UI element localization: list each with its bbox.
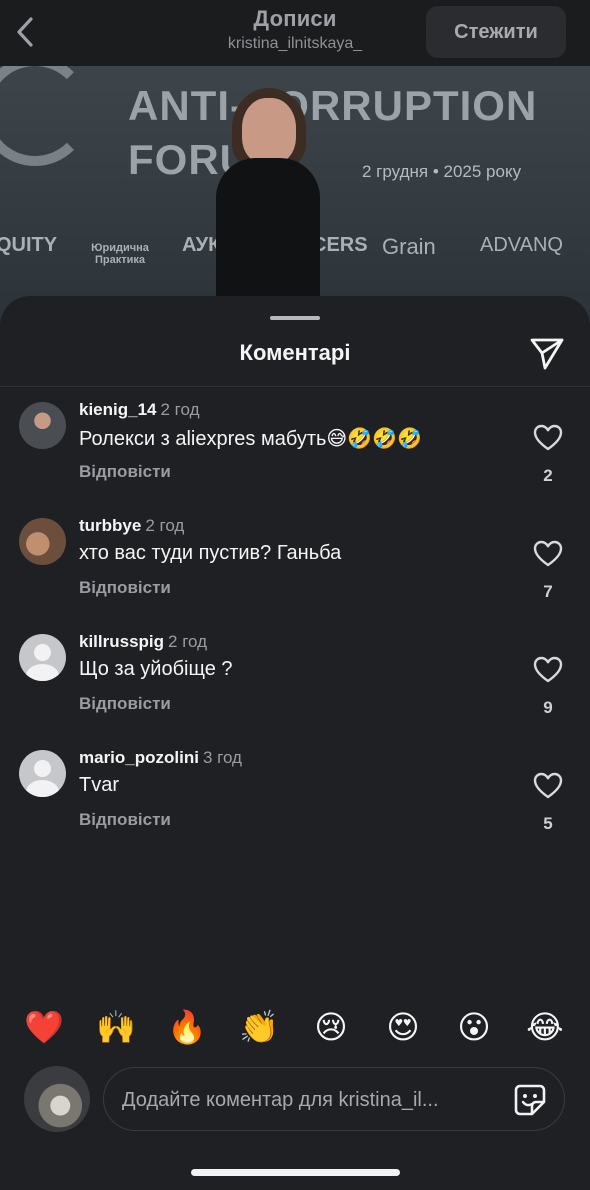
reply-button[interactable]: Відповісти [79,694,171,714]
like-count: 5 [543,814,553,833]
reply-button[interactable]: Відповісти [79,462,171,482]
sheet-divider [0,386,590,387]
comment-header: mario_pozolini 3 год [79,748,242,768]
emoji-cry-button[interactable]: 😢 [308,1004,354,1050]
heart-icon [533,656,563,683]
comment-header: kienig_14 2 год [79,400,200,420]
follow-button[interactable]: Стежити [426,6,566,58]
page-subtitle[interactable]: kristina_ilnitskaya_ [150,35,440,53]
avatar[interactable] [19,750,66,797]
page-title: Дописи [253,6,337,31]
post-person [210,86,325,326]
like-button[interactable] [533,424,563,452]
like-button[interactable] [533,540,563,568]
avatar[interactable] [19,402,66,449]
comment-time: 2 год [168,632,208,651]
current-user-avatar [24,1066,90,1132]
avatar[interactable] [19,518,66,565]
avatar[interactable] [19,634,66,681]
reply-button[interactable]: Відповісти [79,810,171,830]
comment-item: kienig_14 2 год Ролекси з aliexpres мабут… [0,398,590,514]
comment-composer [103,1067,565,1132]
reply-button[interactable]: Відповісти [79,578,171,598]
comment-time: 3 год [202,748,242,767]
comment-text: Що за уйобіще ? [79,658,233,680]
sheet-grabber[interactable] [270,316,320,320]
forum-logo [0,66,90,166]
comment-time: 2 год [160,400,200,419]
like-count: 9 [543,698,553,717]
sticker-icon [514,1084,546,1116]
comment-username[interactable]: kienig_14 [79,400,157,419]
emoji-surprised-button[interactable]: 😮 [451,1004,497,1050]
comment-header: turbbye 2 год [79,516,184,536]
heart-icon [533,772,563,799]
emoji-heart-button[interactable]: ❤️ [21,1004,67,1050]
back-button[interactable] [8,12,42,52]
sponsor-logo: Юридична Практика [91,242,149,266]
comment-item: turbbye 2 год хто вас туди пустив? Ганьба… [0,514,590,630]
emoji-heart-eyes-button[interactable]: 😍 [380,1004,426,1050]
banner-date: 2 грудня • 2025 року [362,162,522,181]
emoji-laughing-button[interactable]: 😂 [522,1004,568,1050]
comment-username[interactable]: mario_pozolini [79,748,199,767]
sponsor-logo: QUITY [0,234,58,256]
comment-item: mario_pozolini 3 год Tvar Відповісти 5 [0,746,590,862]
comment-item: killrusspig 2 год Що за уйобіще ? Відпові… [0,630,590,746]
comment-time: 2 год [145,516,185,535]
comment-text: Ролекси з aliexpres мабуть😅🤣🤣🤣 [79,428,422,450]
top-bar: Дописи kristina_ilnitskaya_ Стежити [0,0,590,66]
emoji-clap-button[interactable]: 👏 [236,1004,282,1050]
comments-sheet: Коментарі kienig_14 2 год Ролекси з aliex… [0,296,590,1190]
header-title-group: Дописи kristina_ilnitskaya_ [150,6,440,53]
sticker-button[interactable] [512,1082,548,1118]
comment-username[interactable]: killrusspig [79,632,164,651]
post-image: ANTI-CORRUPTION FORUM 2 грудня • 2025 ро… [0,66,590,326]
sponsor-logo: ADVANQ [480,234,563,256]
comment-header: killrusspig 2 год [79,632,207,652]
comment-input[interactable] [122,1068,502,1132]
home-indicator[interactable] [191,1169,400,1176]
sponsor-logo: Grain [382,234,436,259]
comment-text: хто вас туди пустив? Ганьба [79,542,342,564]
like-count: 2 [543,466,553,485]
chevron-left-icon [17,17,33,47]
paper-plane-icon [530,338,564,370]
emoji-fire-button[interactable]: 🔥 [164,1004,210,1050]
banner-line-1: ANTI-CORRUPTION [128,82,538,129]
heart-icon [533,540,563,567]
comment-text: Tvar [79,774,119,796]
comments-list: kienig_14 2 год Ролекси з aliexpres мабут… [0,398,590,862]
share-button[interactable] [528,334,566,372]
comment-username[interactable]: turbbye [79,516,141,535]
emoji-raised-hands-button[interactable]: 🙌 [93,1004,139,1050]
like-button[interactable] [533,656,563,684]
like-button[interactable] [533,772,563,800]
sheet-title: Коментарі [239,340,351,365]
emoji-quick-bar: ❤️ 🙌 🔥 👏 😢 😍 😮 😂 [0,1004,590,1050]
like-count: 7 [543,582,553,601]
heart-icon [533,424,563,451]
